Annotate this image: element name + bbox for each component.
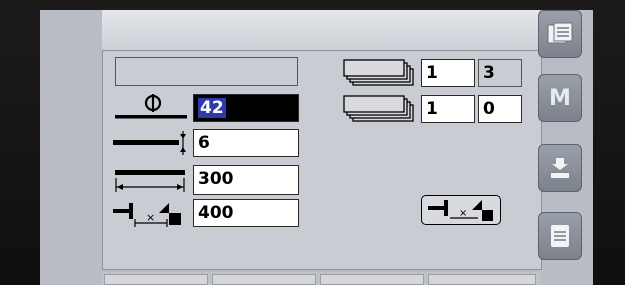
- document-list-icon: [547, 22, 573, 44]
- hmi-screen: 42 6 300 × 400 1 3 1 0 ×: [40, 10, 593, 285]
- length-value: 300: [198, 169, 234, 189]
- memory-icon: M: [549, 85, 571, 111]
- transfer-icon: [551, 158, 569, 178]
- backgauge-retract-button[interactable]: ×: [421, 195, 501, 225]
- stacked-sheets-icon: [343, 59, 414, 86]
- stack-b-total-field[interactable]: 0: [478, 95, 522, 123]
- stack-a-current: 1: [426, 63, 438, 83]
- stack-b-current: 1: [426, 99, 438, 119]
- stack-b-total: 0: [483, 99, 495, 119]
- nav-memory-button[interactable]: M: [538, 74, 582, 122]
- stack-b-current-field[interactable]: 1: [421, 95, 475, 123]
- backgauge-distance-icon: ×: [113, 203, 181, 227]
- bottom-softkey-bar: [102, 272, 540, 285]
- diameter-icon: [115, 94, 187, 119]
- thickness-input[interactable]: 6: [193, 129, 299, 157]
- backgauge-value: 400: [198, 203, 234, 223]
- bending-parameters-panel: 42 6 300 × 400 1 3 1 0 ×: [102, 50, 542, 270]
- stacked-sheets-icon: [343, 95, 414, 122]
- note-icon: [551, 225, 569, 247]
- stack-a-total: 3: [483, 63, 495, 83]
- nav-programs-list-button[interactable]: [538, 10, 582, 58]
- backgauge-retract-icon: ×: [428, 200, 493, 221]
- backgauge-input[interactable]: 400: [193, 199, 299, 227]
- softkey-3[interactable]: [320, 274, 424, 285]
- softkey-2[interactable]: [212, 274, 316, 285]
- softkey-4[interactable]: [428, 274, 536, 285]
- diameter-value: 42: [198, 98, 226, 118]
- top-bar: [102, 10, 540, 51]
- nav-transfer-button[interactable]: [538, 144, 582, 192]
- length-input[interactable]: 300: [193, 165, 299, 195]
- program-name-field[interactable]: [115, 57, 298, 86]
- thickness-value: 6: [198, 133, 210, 153]
- softkey-1[interactable]: [104, 274, 208, 285]
- svg-text:×: ×: [459, 208, 467, 219]
- stack-a-current-field[interactable]: 1: [421, 59, 475, 87]
- thickness-icon: [113, 131, 186, 155]
- nav-notes-button[interactable]: [538, 212, 582, 260]
- length-icon: [115, 170, 185, 192]
- stack-a-total-field[interactable]: 3: [478, 59, 522, 87]
- diameter-input[interactable]: 42: [193, 94, 299, 122]
- svg-text:×: ×: [146, 211, 155, 224]
